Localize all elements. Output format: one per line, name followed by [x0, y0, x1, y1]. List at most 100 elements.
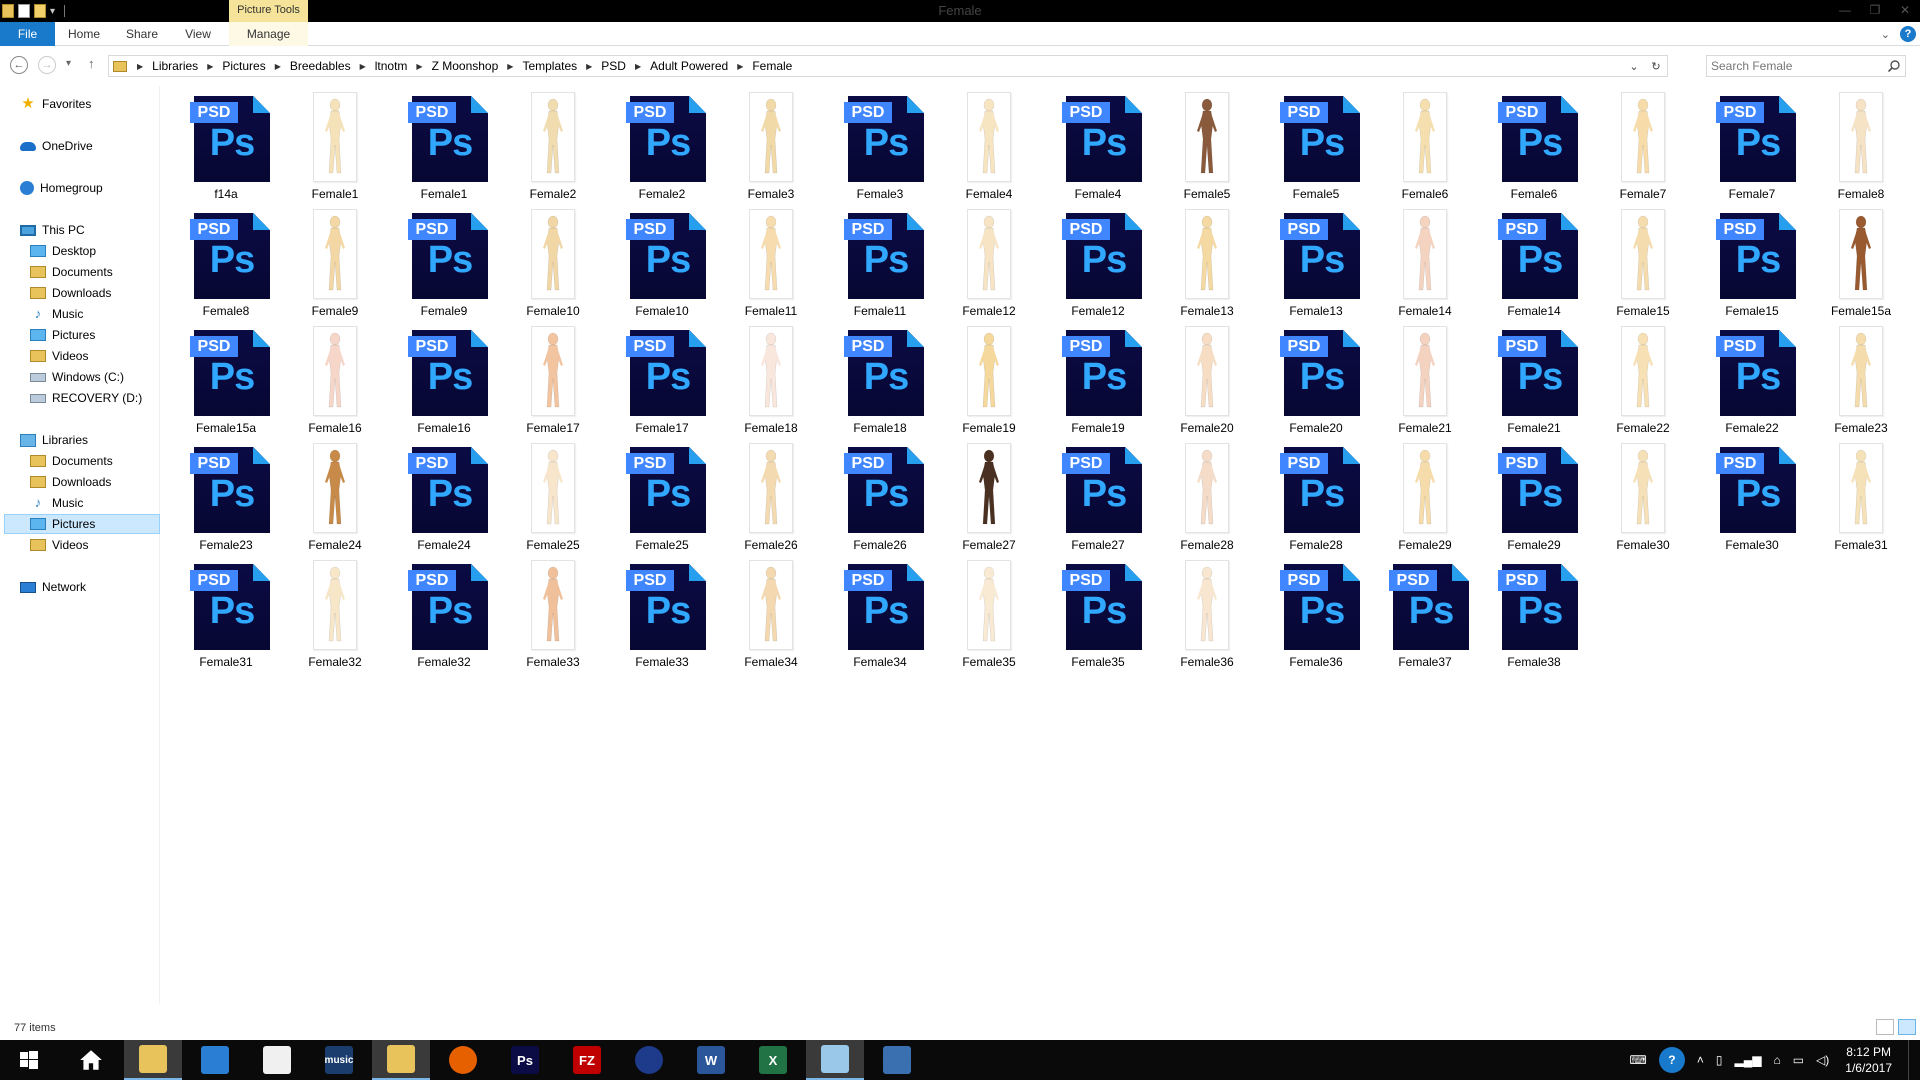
breadcrumb-templates[interactable]: Templates	[519, 59, 580, 73]
psd-file-item[interactable]: Ps PSD Female14	[1480, 209, 1588, 324]
nav-lib-music[interactable]: ♪ Music	[30, 493, 186, 513]
breadcrumb-separator[interactable]: ▶	[269, 62, 287, 71]
taskbar-notepad-app[interactable]	[248, 1040, 306, 1080]
psd-file-item[interactable]: Ps PSD Female37	[1371, 560, 1479, 675]
taskbar-filezilla-app[interactable]: FZ	[558, 1040, 616, 1080]
help-icon[interactable]: ?	[1658, 1047, 1685, 1073]
psd-file-item[interactable]: Ps PSD Female7	[1698, 92, 1806, 207]
large-icons-view-icon[interactable]	[1898, 1019, 1916, 1035]
image-file-item[interactable]: Female24	[281, 443, 389, 558]
psd-file-item[interactable]: Ps PSD Female33	[608, 560, 716, 675]
nav-onedrive[interactable]: OneDrive	[20, 136, 176, 156]
psd-file-item[interactable]: Ps PSD Female38	[1480, 560, 1588, 675]
phone-icon[interactable]: ▯	[1716, 1053, 1723, 1067]
taskbar-mail-app[interactable]	[186, 1040, 244, 1080]
image-file-item[interactable]: Female33	[499, 560, 607, 675]
nav-videos[interactable]: Videos	[30, 346, 186, 366]
breadcrumb-separator[interactable]: ▶	[354, 62, 372, 71]
image-file-item[interactable]: Female8	[1807, 92, 1915, 207]
psd-file-item[interactable]: Ps PSD Female9	[390, 209, 498, 324]
image-file-item[interactable]: Female5	[1153, 92, 1261, 207]
psd-file-item[interactable]: Ps PSD Female30	[1698, 443, 1806, 558]
nav-lib-videos[interactable]: Videos	[30, 535, 186, 555]
new-folder-icon[interactable]	[34, 4, 46, 18]
image-file-item[interactable]: Female4	[935, 92, 1043, 207]
image-file-item[interactable]: Female13	[1153, 209, 1261, 324]
image-file-item[interactable]: Female30	[1589, 443, 1697, 558]
battery-icon[interactable]: ▭	[1793, 1053, 1804, 1067]
nav-windows-c[interactable]: Windows (C:)	[30, 367, 186, 387]
nav-music[interactable]: ♪ Music	[30, 304, 186, 324]
help-icon[interactable]: ?	[1900, 26, 1916, 42]
psd-file-item[interactable]: Ps PSD Female27	[1044, 443, 1152, 558]
image-file-item[interactable]: Female7	[1589, 92, 1697, 207]
image-file-item[interactable]: Female14	[1371, 209, 1479, 324]
breadcrumb-ltnotm[interactable]: ltnotm	[372, 59, 411, 73]
image-file-item[interactable]: Female36	[1153, 560, 1261, 675]
properties-icon[interactable]	[18, 4, 30, 18]
breadcrumb-separator[interactable]: ▶	[629, 62, 647, 71]
image-file-item[interactable]: Female26	[717, 443, 825, 558]
back-button[interactable]: ←	[10, 56, 28, 74]
taskbar-start-button[interactable]	[0, 1040, 58, 1080]
psd-file-item[interactable]: Ps PSD Female13	[1262, 209, 1370, 324]
breadcrumb-separator[interactable]: ▶	[731, 62, 749, 71]
image-file-item[interactable]: Female10	[499, 209, 607, 324]
psd-file-item[interactable]: Ps PSD Female28	[1262, 443, 1370, 558]
psd-file-item[interactable]: Ps PSD Female15a	[172, 326, 280, 441]
psd-file-item[interactable]: Ps PSD Female22	[1698, 326, 1806, 441]
psd-file-item[interactable]: Ps PSD Female31	[172, 560, 280, 675]
nav-recovery-d[interactable]: RECOVERY (D:)	[30, 388, 186, 408]
psd-file-item[interactable]: Ps PSD Female6	[1480, 92, 1588, 207]
psd-file-item[interactable]: Ps PSD Female2	[608, 92, 716, 207]
taskbar-photoshop-app[interactable]: Ps	[496, 1040, 554, 1080]
recent-locations-icon[interactable]: ▾	[66, 58, 71, 69]
breadcrumb-separator[interactable]: ▶	[410, 62, 428, 71]
psd-file-item[interactable]: Ps PSD Female4	[1044, 92, 1152, 207]
psd-file-item[interactable]: Ps PSD Female21	[1480, 326, 1588, 441]
nav-pictures[interactable]: Pictures	[30, 325, 186, 345]
nav-desktop[interactable]: Desktop	[30, 241, 186, 261]
breadcrumb-breedables[interactable]: Breedables	[287, 59, 354, 73]
nav-libraries[interactable]: Libraries	[20, 430, 176, 450]
image-file-item[interactable]: Female9	[281, 209, 389, 324]
expand-ribbon-icon[interactable]: ⌄	[1881, 28, 1890, 41]
search-icon[interactable]	[1887, 59, 1901, 73]
minimize-icon[interactable]: —	[1830, 0, 1860, 22]
psd-file-item[interactable]: Ps PSD Female17	[608, 326, 716, 441]
image-file-item[interactable]: Female11	[717, 209, 825, 324]
address-bar[interactable]: ▶ Libraries ▶ Pictures ▶ Breedables ▶ lt…	[108, 55, 1668, 77]
nav-documents[interactable]: Documents	[30, 262, 186, 282]
psd-file-item[interactable]: Ps PSD Female36	[1262, 560, 1370, 675]
network-status-icon[interactable]: ⌂	[1773, 1053, 1780, 1067]
image-file-item[interactable]: Female19	[935, 326, 1043, 441]
taskbar-home-app[interactable]	[62, 1040, 120, 1080]
psd-file-item[interactable]: Ps PSD Female10	[608, 209, 716, 324]
psd-file-item[interactable]: Ps PSD Female24	[390, 443, 498, 558]
psd-file-item[interactable]: Ps PSD Female26	[826, 443, 934, 558]
image-file-item[interactable]: Female25	[499, 443, 607, 558]
psd-file-item[interactable]: Ps PSD Female11	[826, 209, 934, 324]
taskbar-calculator-app[interactable]	[868, 1040, 926, 1080]
image-file-item[interactable]: Female35	[935, 560, 1043, 675]
image-file-item[interactable]: Female6	[1371, 92, 1479, 207]
taskbar-network-tool-app[interactable]	[372, 1040, 430, 1080]
psd-file-item[interactable]: Ps PSD Female35	[1044, 560, 1152, 675]
image-file-item[interactable]: Female28	[1153, 443, 1261, 558]
breadcrumb-psd[interactable]: PSD	[598, 59, 629, 73]
breadcrumb-z-moonshop[interactable]: Z Moonshop	[429, 59, 502, 73]
image-file-item[interactable]: Female27	[935, 443, 1043, 558]
psd-file-item[interactable]: Ps PSD Female25	[608, 443, 716, 558]
breadcrumb-separator[interactable]: ▶	[201, 62, 219, 71]
refresh-icon[interactable]: ↻	[1645, 60, 1667, 73]
clock[interactable]: 8:12 PM 1/6/2017	[1845, 1044, 1892, 1076]
breadcrumb-adult-powered[interactable]: Adult Powered	[647, 59, 731, 73]
keyboard-icon[interactable]: ⌨	[1630, 1053, 1647, 1067]
nav-downloads[interactable]: Downloads	[30, 283, 186, 303]
image-file-item[interactable]: Female15	[1589, 209, 1697, 324]
search-input[interactable]	[1711, 58, 1881, 74]
psd-file-item[interactable]: Ps PSD Female23	[172, 443, 280, 558]
taskbar-file-explorer[interactable]	[124, 1040, 182, 1080]
psd-file-item[interactable]: Ps PSD Female32	[390, 560, 498, 675]
taskbar-word-app[interactable]: W	[682, 1040, 740, 1080]
